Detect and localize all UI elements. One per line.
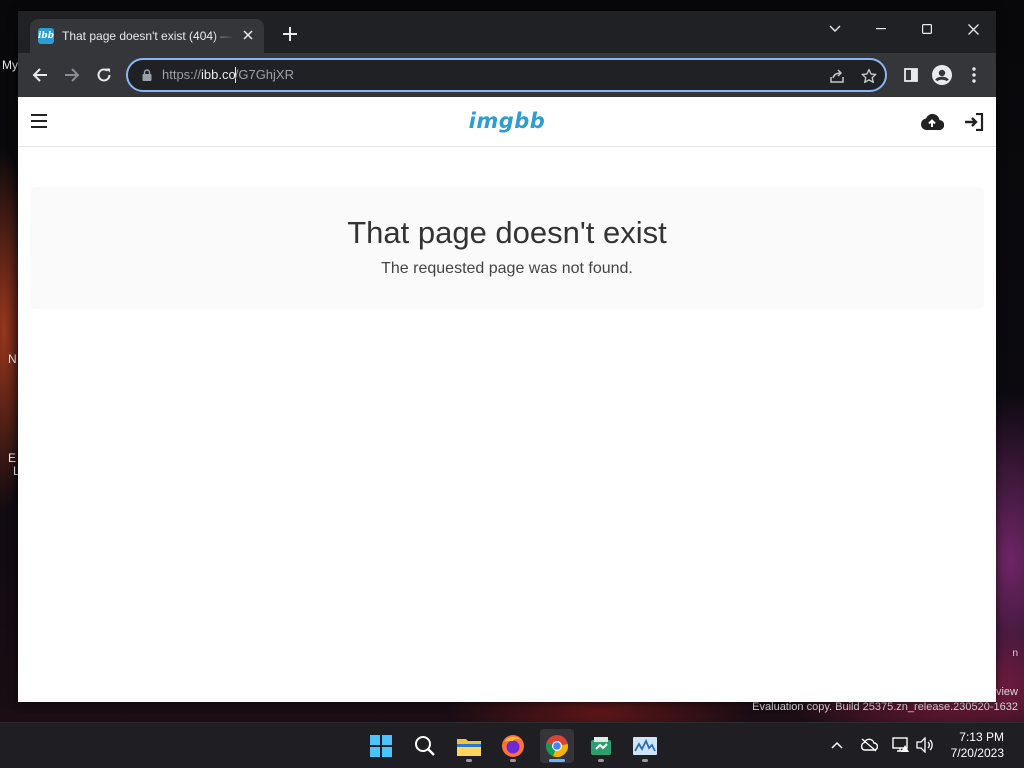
url-text[interactable]: https://ibb.co/G7GhjXR <box>162 67 294 84</box>
taskbar: 7:13 PM 7/20/2023 <box>0 722 1024 768</box>
clock-time: 7:13 PM <box>959 730 1004 744</box>
running-indicator <box>466 759 472 762</box>
running-indicator <box>510 759 516 762</box>
sign-in-icon[interactable] <box>962 110 986 134</box>
arrow-left-icon <box>32 68 47 82</box>
chrome-icon <box>546 735 568 758</box>
search-icon <box>415 736 435 756</box>
arrow-right-icon <box>65 68 80 82</box>
tab-title: That page doesn't exist (404) — ImgBB <box>62 29 234 43</box>
minimize-button[interactable] <box>858 15 904 43</box>
taskbar-app-file-explorer[interactable] <box>452 729 486 763</box>
error-subtitle: The requested page was not found. <box>381 260 633 277</box>
close-window-button[interactable] <box>950 15 996 43</box>
taskbar-app-green[interactable] <box>584 729 618 763</box>
side-panel-button[interactable] <box>899 63 923 87</box>
volume-icon[interactable] <box>915 735 935 755</box>
search-button[interactable] <box>408 729 442 763</box>
profile-icon <box>932 65 952 85</box>
windows-start-icon <box>370 735 392 757</box>
web-page: imgbb That page doesn't exist The reques… <box>18 97 996 702</box>
imgbb-favicon-icon: ibb <box>38 28 54 44</box>
kebab-menu-icon <box>972 67 976 83</box>
reload-icon <box>97 68 111 82</box>
start-button[interactable] <box>364 729 398 763</box>
taskbar-app-chrome[interactable] <box>540 729 574 763</box>
browser-toolbar: https://ibb.co/G7GhjXR <box>18 53 996 97</box>
site-logo[interactable]: imgbb <box>18 109 996 133</box>
tab-search-button[interactable] <box>812 15 858 43</box>
watermark-line: view <box>995 686 1018 698</box>
browser-tab-active[interactable]: ibb That page doesn't exist (404) — ImgB… <box>30 19 264 53</box>
close-icon <box>967 23 979 35</box>
folder-icon <box>457 739 481 756</box>
browser-menu-button[interactable] <box>962 63 986 87</box>
minimize-icon <box>876 28 886 30</box>
profile-button[interactable] <box>930 63 954 87</box>
upload-cloud-icon[interactable] <box>920 110 944 134</box>
taskbar-app-firefox[interactable] <box>496 729 530 763</box>
clock-date: 7/20/2023 <box>950 746 1004 760</box>
maximize-button[interactable] <box>904 15 950 43</box>
network-icon[interactable] <box>891 735 911 755</box>
url-path: /G7GhjXR <box>234 66 294 82</box>
share-icon[interactable] <box>828 67 846 85</box>
running-indicator <box>642 759 648 762</box>
site-header: imgbb <box>18 97 996 147</box>
forward-button[interactable] <box>60 63 84 87</box>
star-icon[interactable] <box>860 67 878 85</box>
title-bar: ibb That page doesn't exist (404) — ImgB… <box>18 11 996 53</box>
url-host: ibb.co <box>201 66 236 82</box>
desktop-icon-label[interactable]: My <box>2 58 18 72</box>
system-clock[interactable]: 7:13 PM 7/20/2023 <box>951 729 1004 761</box>
running-indicator <box>598 759 604 762</box>
app-icon <box>591 737 611 755</box>
cloud-offline-icon[interactable] <box>859 735 879 755</box>
address-bar[interactable]: https://ibb.co/G7GhjXR <box>126 58 887 92</box>
active-indicator <box>549 759 565 762</box>
chevron-down-icon <box>829 25 841 32</box>
desktop-icon-label[interactable]: N <box>8 352 17 366</box>
url-scheme: https:// <box>162 66 202 82</box>
performance-monitor-icon <box>633 737 657 755</box>
tray-overflow-chevron-up-icon[interactable] <box>827 735 847 755</box>
evaluation-watermark: Evaluation copy. Build 25375.zn_release.… <box>752 701 1018 713</box>
tab-close-icon[interactable] <box>240 28 256 44</box>
watermark-fragment: n <box>1012 648 1018 659</box>
taskbar-app-monitor[interactable] <box>628 729 662 763</box>
reload-button[interactable] <box>92 63 116 87</box>
lock-icon[interactable] <box>140 68 154 82</box>
side-panel-icon <box>904 68 918 82</box>
error-title: That page doesn't exist <box>347 215 667 250</box>
plus-icon <box>283 27 297 41</box>
desktop-icon-label[interactable]: E <box>8 451 16 465</box>
back-button[interactable] <box>28 63 52 87</box>
error-panel: That page doesn't exist The requested pa… <box>30 187 984 309</box>
maximize-icon <box>922 24 932 34</box>
firefox-icon <box>502 735 524 757</box>
new-tab-button[interactable] <box>278 24 302 48</box>
browser-window: ibb That page doesn't exist (404) — ImgB… <box>18 11 996 702</box>
